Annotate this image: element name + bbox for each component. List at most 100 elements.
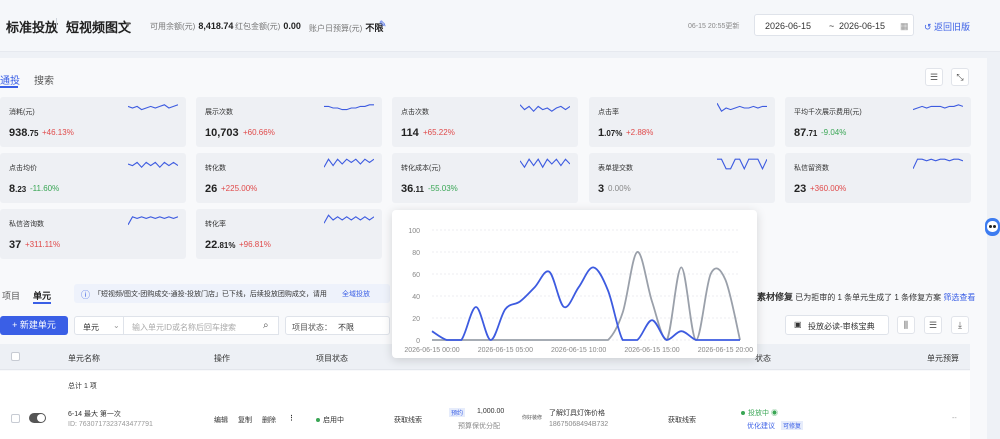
- metric-card[interactable]: 转化数 26 +225.00%: [196, 153, 382, 203]
- sparkline: [324, 104, 374, 111]
- fix-filter-link[interactable]: 筛选查看: [943, 293, 975, 302]
- sparkline-path: [520, 104, 570, 112]
- total-count: 总计 1 项: [68, 383, 97, 390]
- metric-value-main: 36: [401, 183, 414, 195]
- unit-name[interactable]: 6-14 最大 第一次: [68, 409, 121, 419]
- filter-settings-icon[interactable]: ☰: [925, 68, 943, 86]
- tab-project[interactable]: 项目: [2, 289, 20, 302]
- more-icon[interactable]: ⋮: [288, 414, 295, 422]
- collapse-icon[interactable]: ⤡: [951, 68, 969, 86]
- sparkline: [128, 104, 178, 111]
- metric-value-main: 114: [401, 127, 419, 139]
- metric-change: -55.03%: [428, 184, 458, 193]
- select-all-checkbox[interactable]: [11, 352, 20, 361]
- new-unit-button[interactable]: + 新建单元: [0, 316, 68, 335]
- metric-card[interactable]: 私信留资数 23 +360.00%: [785, 153, 971, 203]
- unit-tab-underline: [33, 302, 51, 304]
- top-bar: 标准投放 短视频图文 ▼ 可用余额(元) 8,418.74 红包金额(元) 0.00…: [0, 0, 1000, 52]
- y-tick-label: 0: [416, 338, 420, 345]
- sparkline: [717, 102, 767, 112]
- metric-card[interactable]: 转化率 22.81% +96.81%: [196, 209, 382, 259]
- metric-value-decimal: .23: [15, 185, 27, 194]
- metric-value: 10,703: [205, 127, 239, 139]
- material-fix-banner: 素材修复 已为拒审的 1 条单元生成了 1 条修复方案 筛选查看: [757, 290, 975, 303]
- metric-card[interactable]: 展示次数 10,703 +60.66%: [196, 97, 382, 147]
- optimize-badge[interactable]: 优化建议: [747, 421, 775, 431]
- metric-card[interactable]: 转化成本(元) 36.11 -55.03%: [392, 153, 578, 203]
- metric-card[interactable]: 平均千次展示费用(元) 87.71 -9.04%: [785, 97, 971, 147]
- tab-unit[interactable]: 单元: [33, 289, 51, 302]
- active-tab-underline: [0, 86, 18, 88]
- search-input[interactable]: 输入单元ID或名称后回车搜索 ⌕: [123, 316, 279, 335]
- unit-toggle[interactable]: [29, 413, 46, 423]
- status-dot-icon: [316, 418, 320, 423]
- metric-value: 1.07%: [598, 127, 622, 139]
- product-phone: 18675068494B732: [549, 421, 609, 428]
- check-circle-icon: ◉: [770, 410, 778, 417]
- search-icon[interactable]: ⌕: [263, 320, 269, 331]
- tab-search[interactable]: 搜索: [34, 72, 54, 87]
- content-type-dropdown[interactable]: 短视频图文: [66, 17, 131, 36]
- metric-value: 938.75: [9, 127, 38, 139]
- column-settings-icon[interactable]: ⫼: [897, 316, 915, 334]
- back-old-version-link[interactable]: ↺ 返回旧版: [924, 20, 970, 33]
- metric-card[interactable]: 表单提交数 3 0.00%: [589, 153, 775, 203]
- sparkline-path: [128, 161, 178, 168]
- fix-text-b: 条单元生成了: [844, 293, 893, 302]
- sparkline: [324, 158, 374, 168]
- filter-icon[interactable]: ☰: [924, 316, 942, 334]
- balance-value: 8,418.74: [198, 21, 234, 31]
- sparkline-path: [913, 158, 963, 170]
- col-unit-name: 单元名称: [68, 354, 100, 363]
- search-type-select[interactable]: 单元 ⌄: [74, 316, 124, 335]
- metric-value-main: 22: [205, 239, 218, 251]
- book-icon: ▣: [794, 320, 802, 329]
- notice-link[interactable]: 全域投放: [342, 289, 370, 299]
- metric-label: 点击率: [598, 109, 619, 116]
- sparkline: [717, 158, 767, 171]
- redpack-label: 红包金额(元): [235, 22, 281, 31]
- repair-badge[interactable]: 可修复: [781, 421, 804, 430]
- metric-change: +311.11%: [25, 240, 61, 249]
- edit-link[interactable]: 编辑: [214, 415, 228, 425]
- metric-card[interactable]: 消耗(元) 938.75 +46.13%: [0, 97, 186, 147]
- caret-down-icon[interactable]: ▼: [124, 20, 132, 29]
- total-row: 总计 1 项: [0, 371, 970, 397]
- metric-value: 114: [401, 127, 419, 139]
- chevron-down-icon: ⌄: [113, 321, 120, 330]
- search-placeholder: 输入单元ID或名称后回车搜索: [132, 323, 236, 332]
- status-label: 项目状态：: [292, 323, 332, 332]
- date-range-picker[interactable]: 2026-06-15 ~ 2026-06-15 ▦: [754, 14, 914, 36]
- goal2-cell: 获取线索: [668, 417, 696, 424]
- sparkline: [913, 104, 963, 111]
- tab-tongtou[interactable]: 通投: [0, 72, 20, 87]
- date-end[interactable]: 2026-06-15: [839, 21, 885, 31]
- daily-budget-label: 账户日预算(元): [309, 24, 363, 33]
- sparkline-path: [913, 104, 963, 111]
- date-start[interactable]: 2026-06-15: [765, 21, 811, 31]
- metric-value: 3: [598, 183, 604, 195]
- metric-label: 私信留资数: [794, 165, 829, 172]
- edit-icon[interactable]: ✎: [379, 19, 387, 30]
- row-checkbox[interactable]: [11, 414, 20, 423]
- metric-card[interactable]: 私信咨询数 37 +311.11%: [0, 209, 186, 259]
- assistant-mascot-icon[interactable]: [984, 216, 1000, 238]
- notice-text: 「短视频/图文-团购成交-通投-投放门店」已下线，后续投放团购成交，请用: [94, 291, 327, 298]
- x-tick-label: 2026-06-15 00:00: [404, 347, 459, 354]
- y-tick-label: 100: [408, 228, 420, 235]
- download-icon[interactable]: ⤓: [951, 316, 969, 334]
- copy-link[interactable]: 复制: [238, 415, 252, 425]
- col-unit-budget: 单元预算: [927, 354, 959, 363]
- metric-card[interactable]: 点击率 1.07% +2.88%: [589, 97, 775, 147]
- calendar-icon[interactable]: ▦: [900, 21, 909, 32]
- sparkline: [913, 158, 963, 170]
- info-icon: ⓘ: [81, 290, 91, 300]
- delete-link[interactable]: 删除: [262, 415, 276, 425]
- audit-guide-button[interactable]: ▣ 投放必读-审核宝典: [785, 315, 889, 335]
- metric-card[interactable]: 点击次数 114 +65.22%: [392, 97, 578, 147]
- metric-change: -11.60%: [30, 184, 60, 193]
- delivery-dot-icon: [741, 411, 745, 416]
- product-logo: 你好装修: [522, 415, 543, 421]
- project-status-filter[interactable]: 项目状态： 不限: [285, 316, 390, 335]
- metric-card[interactable]: 点击均价 8.23 -11.60%: [0, 153, 186, 203]
